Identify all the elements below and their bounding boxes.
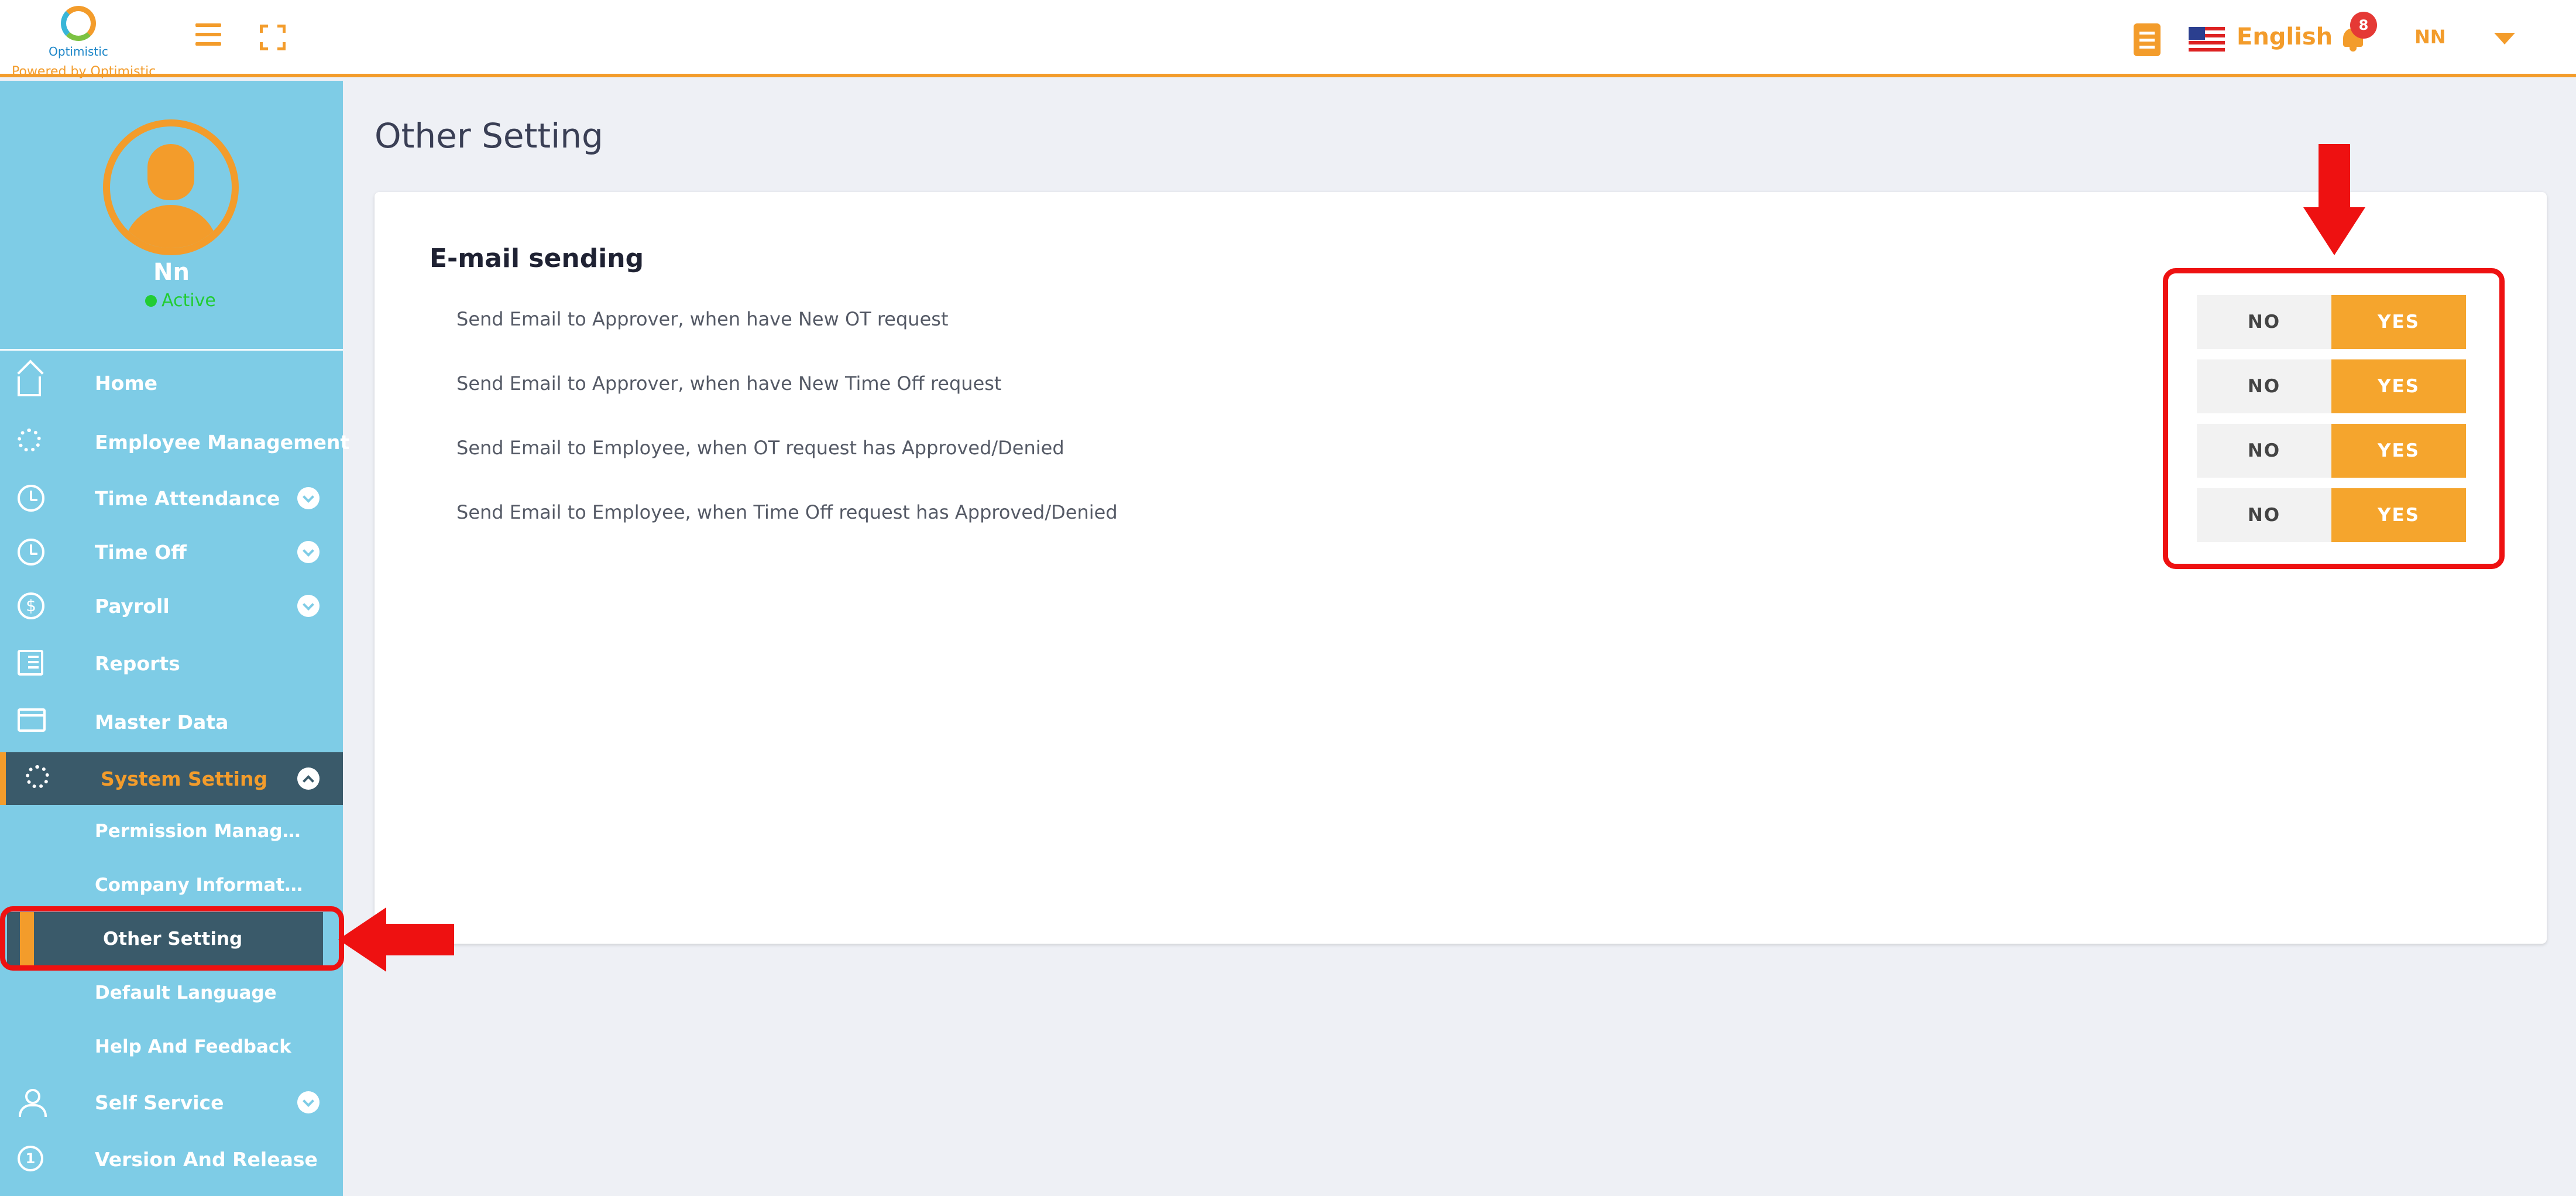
sidebar-subitem-company-information[interactable]: Company Information xyxy=(0,858,343,912)
clock-pie-icon xyxy=(18,485,44,512)
report-icon xyxy=(18,650,43,676)
setting-label: Send Email to Employee, when OT request … xyxy=(456,437,1064,459)
top-bar: Optimistic Powered by Optimistic English… xyxy=(0,0,2576,79)
sidebar-item-label: System Setting xyxy=(101,767,268,790)
chevron-up-icon[interactable] xyxy=(297,767,320,790)
avatar-person-icon xyxy=(147,144,194,200)
section-title: E-mail sending xyxy=(430,244,644,273)
sidebar-item-time-off[interactable]: Time Off xyxy=(0,526,343,578)
sidebar-item-time-attendance[interactable]: Time Attendance xyxy=(0,472,343,525)
sidebar-item-label: Time Off xyxy=(95,541,187,564)
home-icon xyxy=(18,376,41,396)
sidebar-item-version-and-release[interactable]: 1 Version And Release xyxy=(0,1133,343,1185)
sidebar-subitem-permission-management[interactable]: Permission Manageme... xyxy=(0,804,343,858)
sidebar-item-label: Home xyxy=(95,372,158,395)
user-dropdown-icon[interactable] xyxy=(2494,33,2515,44)
annotation-arrow-down-icon xyxy=(2303,144,2365,255)
sidebar-item-payroll[interactable]: $ Payroll xyxy=(0,580,343,632)
page-title: Other Setting xyxy=(375,116,603,156)
sidebar-subitem-help-and-feedback[interactable]: Help And Feedback xyxy=(0,1020,343,1074)
sidebar-item-home[interactable]: Home xyxy=(0,357,343,409)
sidebar-item-label: Version And Release xyxy=(95,1148,318,1171)
sidebar-item-label: Payroll xyxy=(95,595,170,618)
divider xyxy=(0,349,343,351)
us-flag-icon[interactable] xyxy=(2189,27,2225,52)
notification-badge: 8 xyxy=(2350,12,2377,39)
status-text: Active xyxy=(162,290,216,311)
brand-name: Optimistic xyxy=(49,44,108,59)
sidebar-item-label: Self Service xyxy=(95,1091,224,1114)
brand-logo[interactable]: Optimistic Powered by Optimistic xyxy=(12,4,164,79)
fullscreen-icon[interactable] xyxy=(260,25,286,50)
profile-panel: Nn Active xyxy=(0,81,343,351)
hamburger-menu-icon[interactable] xyxy=(195,23,221,49)
sidebar-item-label: Master Data xyxy=(95,711,229,734)
active-indicator xyxy=(0,752,6,805)
clock-icon xyxy=(18,539,44,566)
master-data-icon xyxy=(18,708,46,732)
user-icon xyxy=(18,1089,47,1117)
sidebar-item-self-service[interactable]: Self Service xyxy=(0,1076,343,1129)
setting-label: Send Email to Approver, when have New OT… xyxy=(456,308,949,330)
dollar-icon: $ xyxy=(18,592,44,619)
chevron-down-icon[interactable] xyxy=(297,1091,320,1113)
setting-label: Send Email to Employee, when Time Off re… xyxy=(456,501,1118,523)
gear-icon xyxy=(26,765,49,789)
sidebar-item-reports[interactable]: Reports xyxy=(0,637,343,690)
version-icon: 1 xyxy=(18,1146,43,1171)
sidebar-subitem-default-language[interactable]: Default Language xyxy=(0,966,343,1020)
annotation-highlight-toggles xyxy=(2163,268,2505,569)
clipboard-download-icon[interactable] xyxy=(2134,23,2161,56)
chevron-down-icon[interactable] xyxy=(297,595,320,617)
sidebar-subitem-label: Help And Feedback xyxy=(95,1036,291,1057)
annotation-arrow-left-icon xyxy=(338,907,454,972)
chevron-down-icon[interactable] xyxy=(297,487,320,509)
sidebar: Nn Active Home Employee Management Time … xyxy=(0,81,349,1196)
avatar[interactable] xyxy=(103,119,239,255)
user-initials[interactable]: NN xyxy=(2414,26,2446,48)
sidebar-subitem-label: Company Information xyxy=(95,875,304,896)
powered-by-text: Powered by Optimistic xyxy=(12,64,156,79)
annotation-highlight-other-setting xyxy=(0,906,344,971)
sidebar-item-master-data[interactable]: Master Data xyxy=(0,695,343,748)
sidebar-item-label: Reports xyxy=(95,652,180,675)
sidebar-item-system-setting[interactable]: System Setting xyxy=(0,752,343,805)
employee-gears-icon xyxy=(18,429,41,452)
chevron-down-icon[interactable] xyxy=(297,541,320,563)
setting-label: Send Email to Approver, when have New Ti… xyxy=(456,372,1002,395)
status-dot-icon xyxy=(145,295,157,307)
sidebar-item-label: Employee Management xyxy=(95,431,350,454)
sidebar-item-label: Time Attendance xyxy=(95,487,280,510)
logo-ring-icon xyxy=(61,6,96,41)
sidebar-subitem-label: Permission Manageme... xyxy=(95,821,304,842)
profile-name: Nn xyxy=(153,259,190,286)
sidebar-item-employee-management[interactable]: Employee Management xyxy=(0,416,349,468)
language-selector[interactable]: English xyxy=(2237,23,2333,50)
sidebar-subitem-label: Default Language xyxy=(95,982,277,1003)
